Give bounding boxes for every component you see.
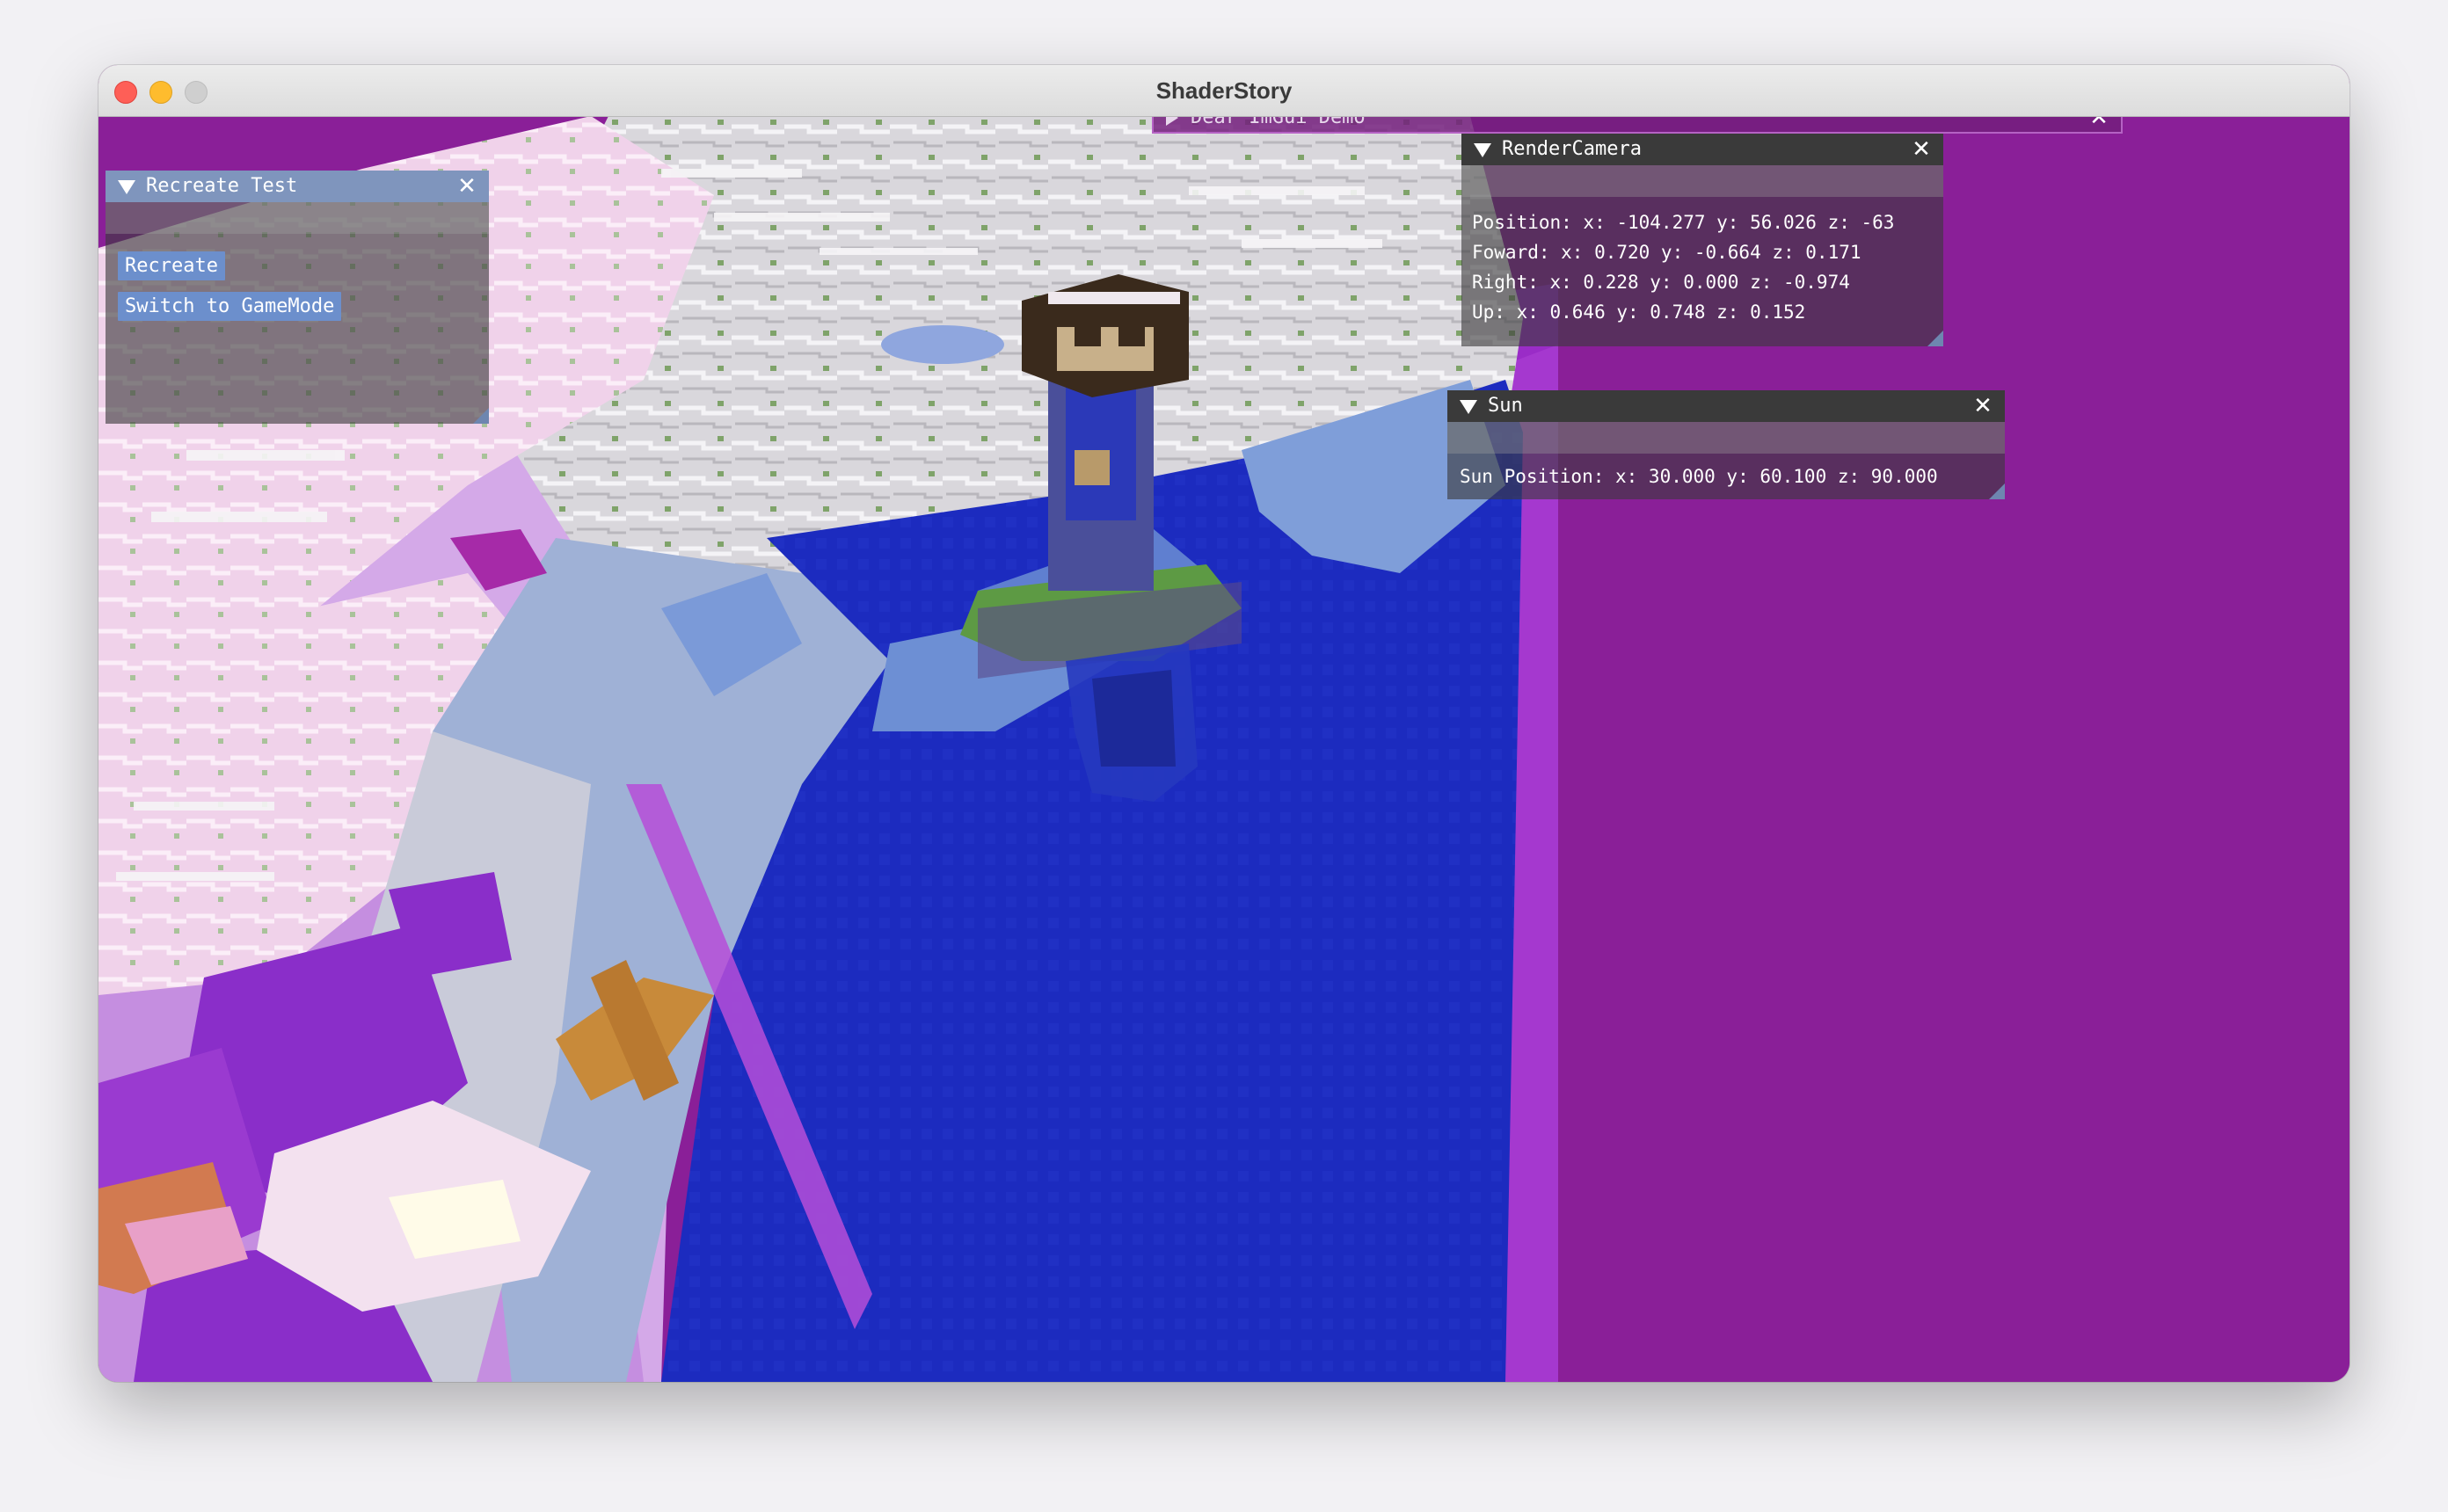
sun-title: Sun — [1488, 395, 1523, 417]
collapse-arrow-icon[interactable] — [118, 180, 135, 194]
resize-grip[interactable] — [1927, 331, 1943, 346]
sun-window[interactable]: Sun ✕ Sun Position: x: 30.000 y: 60.100 … — [1447, 390, 2005, 499]
recreate-test-body: Recreate Switch to GameMode — [106, 234, 489, 424]
resize-grip[interactable] — [1989, 483, 2005, 499]
render-camera-window[interactable]: RenderCamera ✕ Position: x: -104.277 y: … — [1461, 134, 1943, 346]
camera-forward-text: Foward: x: 0.720 y: -0.664 z: 0.171 — [1472, 242, 1862, 263]
window-title: ShaderStory — [1155, 77, 1293, 104]
sun-header[interactable]: Sun ✕ — [1447, 390, 2005, 422]
camera-position-text: Position: x: -104.277 y: 56.026 z: -63 — [1472, 212, 1895, 233]
camera-right-text: Right: x: 0.228 y: 0.000 z: -0.974 — [1472, 272, 1850, 293]
collapse-arrow-icon[interactable] — [1460, 400, 1477, 414]
sun-position-text: Sun Position: x: 30.000 y: 60.100 z: 90.… — [1460, 466, 1938, 487]
camera-up-text: Up: x: 0.646 y: 0.748 z: 0.152 — [1472, 302, 1806, 323]
render-camera-header[interactable]: RenderCamera ✕ — [1461, 134, 1943, 165]
close-icon[interactable]: ✕ — [1970, 390, 1996, 422]
sun-body: Sun Position: x: 30.000 y: 60.100 z: 90.… — [1447, 454, 2005, 499]
recreate-test-window[interactable]: Recreate Test ✕ Recreate Switch to GameM… — [106, 171, 489, 424]
resize-grip[interactable] — [473, 408, 489, 424]
menu-bar — [1461, 165, 1943, 197]
recreate-test-title: Recreate Test — [146, 175, 298, 197]
render-camera-title: RenderCamera — [1502, 138, 1642, 160]
title-bar: ShaderStory — [98, 65, 2350, 117]
recreate-button[interactable]: Recreate — [118, 251, 225, 280]
recreate-test-header[interactable]: Recreate Test ✕ — [106, 171, 489, 202]
close-icon[interactable]: ✕ — [454, 171, 480, 202]
menu-bar — [106, 202, 489, 234]
close-icon[interactable]: ✕ — [1908, 134, 1934, 165]
collapse-arrow-icon[interactable] — [1474, 143, 1491, 157]
switch-to-gamemode-button[interactable]: Switch to GameMode — [118, 292, 342, 321]
menu-bar — [1447, 422, 2005, 454]
render-camera-body: Position: x: -104.277 y: 56.026 z: -63 F… — [1461, 197, 1943, 346]
